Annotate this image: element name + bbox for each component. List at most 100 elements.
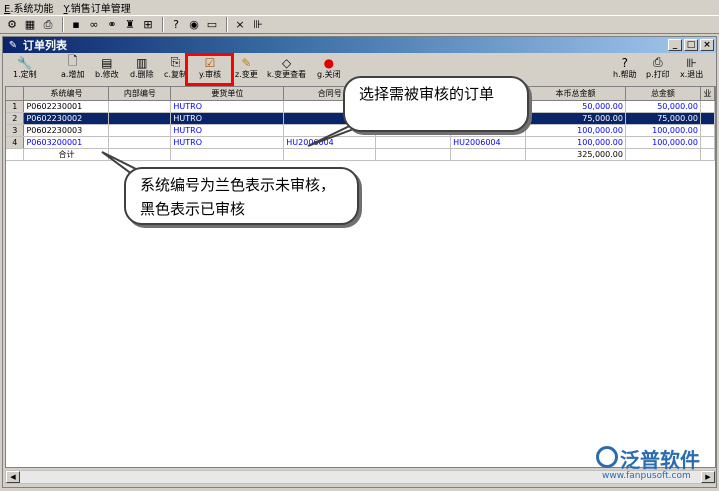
grid-icon[interactable]: ⊞ xyxy=(140,17,156,32)
customize-button[interactable]: 🔧 1.定制 xyxy=(13,55,37,83)
cell-local-total: 100,000.00 xyxy=(525,136,626,149)
summary-cell xyxy=(700,148,715,161)
toolbar-separator xyxy=(162,17,164,32)
view-change-icon: ◇ xyxy=(281,55,292,70)
callout-select-order: 选择需被审核的订单 xyxy=(343,76,529,132)
cell-system-no: P0602230003 xyxy=(23,124,110,137)
save-icon[interactable]: ▪ xyxy=(68,17,84,32)
cell-unit: HUTRO xyxy=(170,100,285,113)
summary-cell xyxy=(450,148,527,161)
menu-bar: E.系统功能 Y.销售订单管理 xyxy=(0,0,719,15)
cell-unit: HUTRO xyxy=(170,124,285,137)
fanpusoft-logo: 泛普软件 www.fanpusoft.com xyxy=(590,442,715,487)
summary-label: 合计 xyxy=(23,148,110,161)
cell-business xyxy=(700,124,715,137)
cell-local-total: 50,000.00 xyxy=(525,100,626,113)
window-icon: ✎ xyxy=(8,39,18,51)
help-icon[interactable]: ? xyxy=(168,17,184,32)
chart-icon[interactable]: ♜ xyxy=(122,17,138,32)
approve-button[interactable]: ☑ y.审核 xyxy=(199,55,221,83)
change-icon: ✎ xyxy=(241,55,252,70)
globe-icon[interactable]: ◉ xyxy=(186,17,202,32)
header-unit[interactable]: 要货单位 xyxy=(170,87,285,101)
close-button[interactable]: × xyxy=(700,39,714,51)
menu-system-functions[interactable]: E.系统功能 xyxy=(4,0,54,15)
scroll-left-icon[interactable]: ◀ xyxy=(6,471,20,483)
cell-local-total: 100,000.00 xyxy=(525,124,626,137)
cell-total: 100,000.00 xyxy=(625,124,701,137)
close-icon[interactable]: × xyxy=(232,17,248,32)
toolbar-separator xyxy=(226,17,228,32)
close-order-button[interactable]: ● g.关闭 xyxy=(317,55,341,83)
logo-url: www.fanpusoft.com xyxy=(602,471,691,481)
customize-icon: 🔧 xyxy=(17,55,33,70)
window-controls: _ □ × xyxy=(666,39,714,51)
link-icon[interactable]: ⚭ xyxy=(104,17,120,32)
cell-total: 50,000.00 xyxy=(625,100,701,113)
edit-icon: ▤ xyxy=(101,55,113,70)
cell-internal-no xyxy=(108,112,172,125)
window-titlebar: ✎ 订单列表 _ □ × xyxy=(3,37,716,53)
restore-button[interactable]: □ xyxy=(684,39,698,51)
summary-local-total: 325,000.00 xyxy=(525,148,626,161)
exit-button[interactable]: ⊪ x.退出 xyxy=(680,55,703,83)
copy-icon: ⎘ xyxy=(170,55,181,69)
cell-business xyxy=(700,112,715,125)
approve-icon: ☑ xyxy=(204,55,216,70)
tools-icon[interactable]: ⚙ xyxy=(4,17,20,32)
delete-button[interactable]: ▥ d.删除 xyxy=(130,55,154,83)
delete-icon: ▥ xyxy=(136,55,148,70)
row-number: 4 xyxy=(6,136,25,149)
cell-business xyxy=(700,136,715,149)
summary-cell xyxy=(375,148,452,161)
row-number xyxy=(6,148,25,161)
header-business[interactable]: 业 xyxy=(700,87,715,101)
menu-sales-order-management[interactable]: Y.销售订单管理 xyxy=(64,0,131,15)
cell-internal-no xyxy=(108,100,172,113)
minimize-button[interactable]: _ xyxy=(668,39,682,51)
row-number: 1 xyxy=(6,100,25,113)
print-icon: ⎙ xyxy=(653,55,663,69)
cell-unit: HUTRO xyxy=(170,136,285,149)
window-menu-icon[interactable]: ▭ xyxy=(204,17,220,32)
logo-name: 泛普软件 xyxy=(620,448,700,472)
binoculars-icon[interactable]: ∞ xyxy=(86,17,102,32)
print-icon[interactable]: ⎙ xyxy=(40,17,56,32)
header-local-total[interactable]: 本币总金额 xyxy=(525,87,626,101)
print-button[interactable]: ⎙ p.打印 xyxy=(646,55,670,83)
callout-color-legend: 系统编号为兰色表示未审核，黑色表示已审核 xyxy=(124,167,359,225)
cell-total: 100,000.00 xyxy=(625,136,701,149)
main-toolbar: ⚙ ▦ ⎙ ▪ ∞ ⚭ ♜ ⊞ ? ◉ ▭ × ⊪ xyxy=(0,15,719,34)
cell-system-no: P0603200001 xyxy=(23,136,110,149)
row-number: 3 xyxy=(6,124,25,137)
help-icon: ? xyxy=(621,55,628,70)
exit-icon: ⊪ xyxy=(686,55,697,70)
table-icon[interactable]: ▦ xyxy=(22,17,38,32)
add-button[interactable]: 🗋 a.增加 xyxy=(61,54,84,83)
header-total[interactable]: 总金额 xyxy=(625,87,701,101)
stop-icon: ● xyxy=(323,55,335,70)
cell-system-no: P0602230001 xyxy=(23,100,110,113)
view-change-button[interactable]: ◇ k.变更查看 xyxy=(267,55,306,83)
header-rownum xyxy=(6,87,25,101)
new-doc-icon: 🗋 xyxy=(67,54,78,68)
help-button[interactable]: ? h.帮助 xyxy=(613,55,637,83)
cell-internal-no xyxy=(108,136,172,149)
logo-mark-icon xyxy=(596,446,618,468)
cell-unit: HUTRO xyxy=(170,112,285,125)
cell-col5 xyxy=(375,136,452,149)
change-button[interactable]: ✎ z.变更 xyxy=(235,55,258,83)
summary-cell xyxy=(170,148,285,161)
cell-total: 75,000.00 xyxy=(625,112,701,125)
row-number: 2 xyxy=(6,112,25,125)
header-system-no[interactable]: 系统编号 xyxy=(23,87,110,101)
edit-button[interactable]: ▤ b.修改 xyxy=(95,55,119,83)
cell-col6: HU2006004 xyxy=(450,136,527,149)
exit-door-icon[interactable]: ⊪ xyxy=(250,17,266,32)
header-internal-no[interactable]: 内部编号 xyxy=(108,87,172,101)
copy-button[interactable]: ⎘ c.复制 xyxy=(164,55,187,83)
cell-system-no: P0602230002 xyxy=(23,112,110,125)
cell-local-total: 75,000.00 xyxy=(525,112,626,125)
cell-business xyxy=(700,100,715,113)
cell-internal-no xyxy=(108,124,172,137)
